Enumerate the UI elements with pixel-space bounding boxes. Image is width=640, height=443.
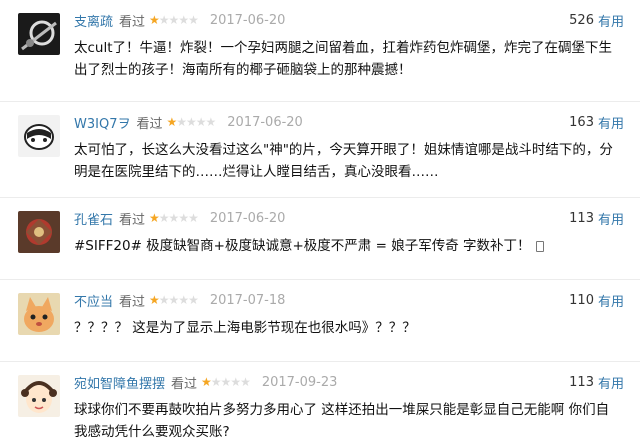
useful-button[interactable]: 有用 (598, 113, 624, 132)
vote-count: 113 (569, 374, 594, 390)
vote-area: 113 有用 (569, 209, 624, 228)
username-link[interactable]: 孔雀石 (74, 209, 113, 228)
comment-date: 2017-06-20 (227, 114, 303, 130)
star-empty-icon: ★★★★ (158, 13, 199, 27)
rating-stars: ★★★★★ (149, 211, 199, 225)
avatar[interactable] (18, 115, 60, 157)
comment-meta: 孔雀石 看过 ★★★★★ 2017-06-20 (74, 209, 286, 228)
comment-date: 2017-07-18 (209, 292, 286, 308)
vote-count: 526 (569, 12, 594, 28)
useful-button[interactable]: 有用 (598, 209, 624, 228)
useful-button[interactable]: 有用 (598, 11, 624, 30)
vote-area: 110 有用 (569, 291, 624, 310)
rating-stars: ★★★★★ (149, 13, 199, 27)
comment-date: 2017-09-23 (261, 374, 338, 390)
star-icon: ★ (166, 115, 177, 129)
comment-item: 不应当 看过 ★★★★★ 2017-07-18 110 有用 ？？？？ 这是为了… (0, 280, 640, 362)
star-icon: ★ (201, 375, 212, 389)
comment-meta: W3IQ7ヲ 看过 ★★★★★ 2017-06-20 (74, 113, 303, 132)
rating-stars: ★★★★★ (166, 115, 216, 129)
rating-stars: ★★★★★ (149, 293, 199, 307)
vote-area: 163 有用 (569, 113, 624, 132)
useful-button[interactable]: 有用 (598, 291, 624, 310)
comment-meta: 支离疏 看过 ★★★★★ 2017-06-20 (74, 11, 286, 30)
comment-item: W3IQ7ヲ 看过 ★★★★★ 2017-06-20 163 有用 太可怕了，长… (0, 102, 640, 198)
comment-date: 2017-06-20 (209, 12, 286, 28)
avatar[interactable] (18, 13, 60, 55)
watch-status: 看过 (119, 294, 146, 310)
watch-status: 看过 (119, 212, 146, 228)
useful-button[interactable]: 有用 (598, 373, 624, 392)
username-link[interactable]: 不应当 (74, 291, 113, 310)
username-link[interactable]: 宛如智障鱼摆摆 (74, 373, 165, 392)
vote-count: 163 (569, 114, 594, 130)
username-link[interactable]: W3IQ7ヲ (74, 113, 130, 132)
star-icon: ★ (149, 211, 160, 225)
vote-count: 110 (569, 292, 594, 308)
star-empty-icon: ★★★★ (158, 211, 199, 225)
comment-item: 孔雀石 看过 ★★★★★ 2017-06-20 113 有用 #SIFF20# … (0, 198, 640, 280)
star-empty-icon: ★★★★ (158, 293, 199, 307)
star-empty-icon: ★★★★ (210, 375, 251, 389)
star-empty-icon: ★★★★ (176, 115, 216, 129)
comment-item: 支离疏 看过 ★★★★★ 2017-06-20 526 有用 太cult了！牛逼… (0, 0, 640, 102)
star-icon: ★ (149, 293, 160, 307)
watch-status: 看过 (136, 116, 163, 132)
avatar[interactable] (18, 375, 60, 417)
comment-meta: 不应当 看过 ★★★★★ 2017-07-18 (74, 291, 286, 310)
comment-text: 球球你们不要再鼓吹拍片多努力多用心了 这样还拍出一堆屎只能是彰显自己无能啊 你们… (74, 402, 610, 440)
comment-item: 宛如智障鱼摆摆 看过 ★★★★★ 2017-09-23 113 有用 球球你们不… (0, 362, 640, 443)
vote-count: 113 (569, 210, 594, 226)
avatar[interactable] (18, 293, 60, 335)
comment-text: #SIFF20# 极度缺智商+极度缺诚意+极度不严肃 = 娘子军传奇 字数补丁！ (74, 238, 531, 254)
comment-meta: 宛如智障鱼摆摆 看过 ★★★★★ 2017-09-23 (74, 373, 338, 392)
comment-text: ？？？？ 这是为了显示上海电影节现在也很水吗》？？？ (74, 320, 416, 336)
vote-area: 526 有用 (569, 11, 624, 30)
comment-text: 太可怕了，长这么大没看过这么"神"的片，今天算开眼了！姐妹情谊哪是战斗时结下的，… (74, 142, 613, 180)
vote-area: 113 有用 (569, 373, 624, 392)
avatar[interactable] (18, 211, 60, 253)
phone-icon (536, 240, 545, 252)
username-link[interactable]: 支离疏 (74, 11, 113, 30)
watch-status: 看过 (119, 14, 146, 30)
comment-date: 2017-06-20 (209, 210, 286, 226)
watch-status: 看过 (171, 376, 198, 392)
comment-text: 太cult了！牛逼！炸裂！一个孕妇两腿之间留着血，扛着炸药包炸碉堡，炸完了在碉堡… (74, 40, 613, 78)
star-icon: ★ (149, 13, 160, 27)
comment-text-wrap: #SIFF20# 极度缺智商+极度缺诚意+极度不严肃 = 娘子军传奇 字数补丁！ (74, 235, 622, 257)
rating-stars: ★★★★★ (201, 375, 251, 389)
